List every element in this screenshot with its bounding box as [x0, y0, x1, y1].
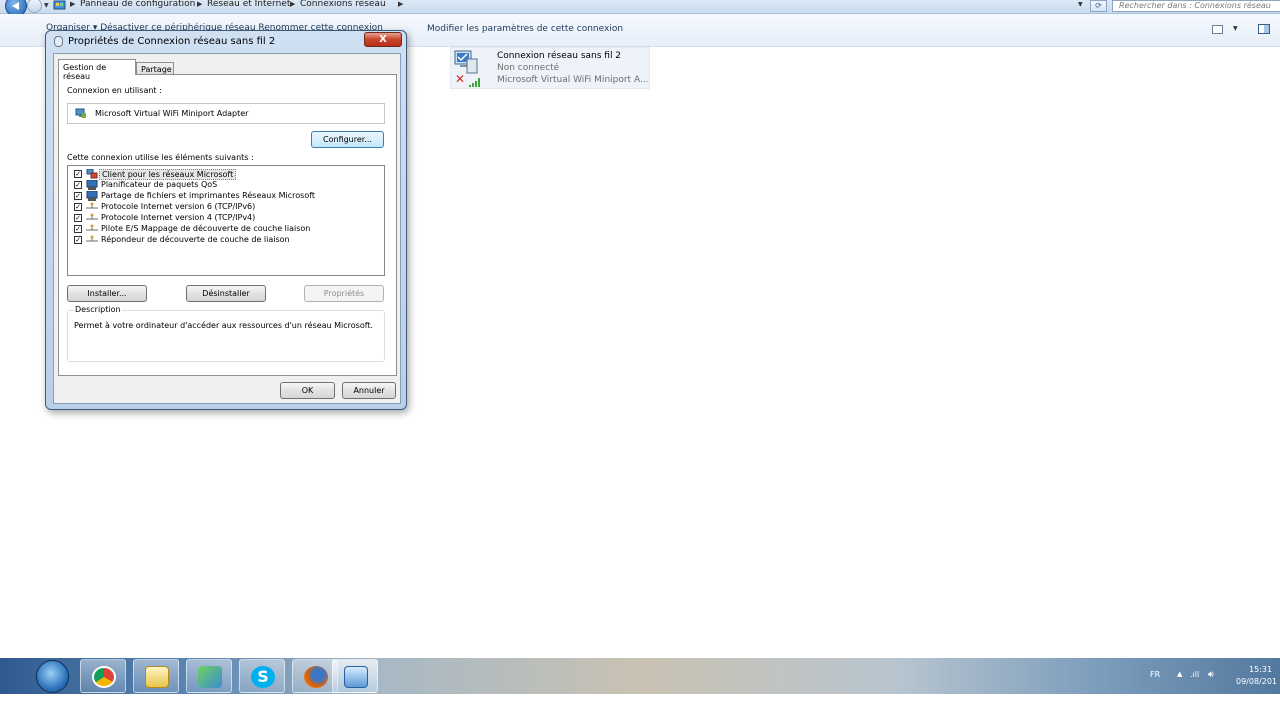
- breadcrumb-separator-icon: ▶: [290, 0, 296, 8]
- connection-name: Connexion réseau sans fil 2: [497, 51, 622, 61]
- wifi-signal-icon[interactable]: .ıll: [1190, 670, 1199, 679]
- protocol-icon: [86, 213, 98, 220]
- clock-time[interactable]: 15:31: [1249, 665, 1272, 674]
- cancel-button[interactable]: Annuler: [342, 382, 396, 399]
- item-label: Protocole Internet version 4 (TCP/IPv4): [101, 213, 256, 222]
- item-label: Protocole Internet version 6 (TCP/IPv6): [101, 202, 256, 211]
- item-label: Répondeur de découverte de couche de lia…: [101, 235, 290, 244]
- item-label: Planificateur de paquets QoS: [101, 180, 218, 189]
- item-checkbox[interactable]: ✓: [74, 203, 82, 211]
- breadcrumb-separator-icon: ▶: [197, 0, 203, 8]
- protocol-icon: [86, 202, 98, 209]
- explorer-nav-bar: ▼ ▶ Panneau de configuration ▶ Réseau et…: [0, 0, 1280, 17]
- file-sharing-icon: [86, 191, 98, 201]
- folder-icon: [145, 666, 169, 688]
- item-checkbox[interactable]: ✓: [74, 192, 82, 200]
- item-checkbox[interactable]: ✓: [74, 225, 82, 233]
- skype-icon: S: [251, 666, 275, 688]
- network-client-icon: [86, 169, 98, 179]
- tab-panel: Connexion en utilisant : Microsoft Virtu…: [58, 74, 397, 376]
- tab-network[interactable]: Gestion de réseau: [58, 59, 136, 81]
- screen-bottom-strip: [0, 694, 1280, 720]
- firefox-icon: [304, 666, 328, 688]
- breadcrumb-control-panel[interactable]: Panneau de configuration: [80, 0, 195, 9]
- description-legend: Description: [74, 305, 122, 314]
- breadcrumb-network-internet[interactable]: Réseau et Internet: [207, 0, 290, 9]
- chrome-icon: [92, 666, 116, 688]
- configure-button[interactable]: Configurer...: [311, 131, 384, 148]
- description-text: Permet à votre ordinateur d'accéder aux …: [74, 321, 374, 330]
- history-dropdown-icon[interactable]: ▼: [44, 2, 49, 9]
- show-hidden-icons-icon[interactable]: ▲: [1177, 670, 1182, 678]
- uninstall-button[interactable]: Désinstaller: [186, 285, 266, 302]
- connection-item[interactable]: ✕ Connexion réseau sans fil 2 Non connec…: [450, 47, 650, 89]
- network-connections-icon: [344, 666, 368, 688]
- language-indicator[interactable]: FR: [1150, 670, 1160, 679]
- people-icon: [198, 666, 222, 688]
- close-button[interactable]: X: [364, 32, 402, 47]
- modify-connection-button[interactable]: Modifier les paramètres de cette connexi…: [427, 24, 623, 34]
- taskbar-skype[interactable]: S: [239, 659, 285, 693]
- item-checkbox[interactable]: ✓: [74, 170, 82, 178]
- connection-adapter: Microsoft Virtual WiFi Miniport A...: [497, 75, 649, 85]
- dialog-client: Gestion de réseau Partage Connexion en u…: [53, 53, 401, 404]
- qos-icon: [86, 180, 98, 190]
- search-input[interactable]: Rechercher dans : Connexions réseau: [1112, 0, 1280, 12]
- protocol-icon: [86, 224, 98, 231]
- signal-bars-icon: [469, 78, 480, 87]
- breadcrumb-network-connections[interactable]: Connexions réseau: [300, 0, 386, 9]
- items-label: Cette connexion utilise les éléments sui…: [67, 153, 254, 162]
- control-panel-icon: [53, 0, 66, 10]
- item-label: Partage de fichiers et imprimantes Résea…: [101, 191, 316, 200]
- properties-button[interactable]: Propriétés: [304, 285, 384, 302]
- item-checkbox[interactable]: ✓: [74, 214, 82, 222]
- item-checkbox[interactable]: ✓: [74, 181, 82, 189]
- taskbar-network-app[interactable]: [186, 659, 232, 693]
- network-adapter-icon: [75, 108, 86, 118]
- connect-using-label: Connexion en utilisant :: [67, 86, 162, 95]
- taskbar-control-panel[interactable]: [332, 659, 378, 693]
- connection-status: Non connecté: [497, 63, 560, 73]
- breadcrumb-separator-icon[interactable]: ▶: [398, 0, 403, 8]
- change-view-icon[interactable]: [1212, 25, 1223, 34]
- preview-pane-icon[interactable]: [1258, 24, 1270, 34]
- item-label: Pilote E/S Mappage de découverte de couc…: [101, 224, 311, 233]
- volume-icon[interactable]: 🔊︎: [1208, 670, 1214, 680]
- properties-dialog: Propriétés de Connexion réseau sans fil …: [45, 30, 407, 410]
- breadcrumb-separator-icon: ▶: [70, 0, 76, 8]
- item-label: Client pour les réseaux Microsoft: [99, 169, 237, 180]
- install-button[interactable]: Installer...: [67, 285, 147, 302]
- disconnected-x-icon: ✕: [455, 72, 466, 86]
- dialog-title: Propriétés de Connexion réseau sans fil …: [68, 36, 276, 47]
- view-dropdown-icon[interactable]: ▼: [1233, 25, 1238, 32]
- forward-button[interactable]: [27, 0, 42, 13]
- description-group: Description Permet à votre ordinateur d'…: [67, 305, 385, 362]
- taskbar: S FR ▲ .ıll 🔊︎ 15:31 09/08/201: [0, 658, 1280, 694]
- adapter-box: Microsoft Virtual WiFi Miniport Adapter: [67, 103, 385, 124]
- clock-date[interactable]: 09/08/201: [1236, 677, 1277, 686]
- start-button[interactable]: [36, 660, 69, 693]
- ok-button[interactable]: OK: [280, 382, 335, 399]
- wifi-adapter-icon: [54, 36, 63, 47]
- taskbar-chrome[interactable]: [80, 659, 126, 693]
- refresh-button[interactable]: ⟳: [1090, 0, 1107, 12]
- items-list[interactable]: ✓ Client pour les réseaux Microsoft ✓ Pl…: [67, 165, 385, 276]
- adapter-name: Microsoft Virtual WiFi Miniport Adapter: [95, 109, 249, 118]
- protocol-icon: [86, 235, 98, 242]
- address-dropdown-icon[interactable]: ▼: [1078, 1, 1083, 8]
- taskbar-explorer[interactable]: [133, 659, 179, 693]
- item-checkbox[interactable]: ✓: [74, 236, 82, 244]
